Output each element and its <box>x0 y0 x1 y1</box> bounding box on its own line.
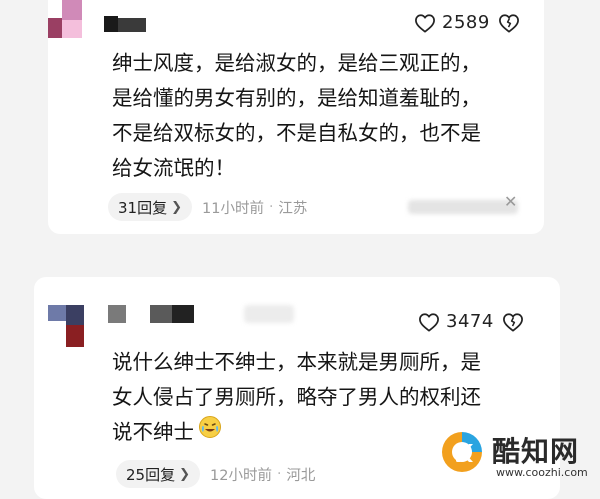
comment-line: 绅士风度，是给淑女的，是给三观正的， <box>112 51 481 75</box>
watermark-url: www.coozhi.com <box>496 466 588 479</box>
comment-meta: 31回复 ❯ 11小时前 · 江苏 <box>108 193 307 221</box>
chevron-right-icon: ❯ <box>171 199 182 215</box>
separator-dot: · <box>268 199 274 215</box>
like-bar: 3474 <box>418 311 524 332</box>
close-icon[interactable]: ✕ <box>504 192 517 211</box>
comment-line: 是给懂的男女有别的，是给知道羞耻的， <box>112 86 481 110</box>
broken-heart-icon[interactable] <box>498 13 520 33</box>
comment-line: 说什么绅士不绅士，本来就是男厕所，是 <box>112 350 481 374</box>
username-redacted[interactable] <box>104 16 146 32</box>
heart-outline-icon[interactable] <box>418 312 440 332</box>
location: 江苏 <box>278 200 308 217</box>
redacted-badge <box>244 305 294 323</box>
separator-dot: · <box>276 466 282 482</box>
avatar[interactable] <box>48 0 84 38</box>
broken-heart-icon[interactable] <box>502 312 524 332</box>
comment-text: 说什么绅士不绅士，本来就是男厕所，是 女人侵占了男厕所，略夺了男人的权利还 说不… <box>112 345 481 450</box>
like-count: 3474 <box>446 311 494 332</box>
comment-line: 不是给双标女的，不是自私女的，也不是 <box>112 121 481 145</box>
crying-laughing-emoji-icon <box>198 415 222 450</box>
username-redacted[interactable] <box>108 305 198 323</box>
watermark-title: 酷知网 <box>492 435 580 468</box>
comment-meta: 25回复 ❯ 12小时前 · 河北 <box>116 460 315 488</box>
reply-count: 25回复 <box>126 465 176 484</box>
comment-line: 女人侵占了男厕所，略夺了男人的权利还 <box>112 385 481 409</box>
comment-card: 2589 绅士风度，是给淑女的，是给三观正的， 是给懂的男女有别的，是给知道羞耻… <box>48 0 544 234</box>
avatar[interactable] <box>48 305 88 347</box>
comment-line: 给女流氓的！ <box>112 156 235 180</box>
reply-button[interactable]: 31回复 ❯ <box>108 193 192 221</box>
timestamp: 12小时前 <box>210 467 272 484</box>
coozhi-logo-icon <box>438 428 486 476</box>
like-count: 2589 <box>442 12 490 33</box>
redacted-preview <box>408 200 518 214</box>
reply-count: 31回复 <box>118 198 168 217</box>
heart-outline-icon[interactable] <box>414 13 436 33</box>
comment-text: 绅士风度，是给淑女的，是给三观正的， 是给懂的男女有别的，是给知道羞耻的， 不是… <box>112 46 481 186</box>
comment-line-wrap: 说不绅士 <box>112 415 481 450</box>
reply-button[interactable]: 25回复 ❯ <box>116 460 200 488</box>
chevron-right-icon: ❯ <box>179 466 190 482</box>
like-bar: 2589 <box>414 12 520 33</box>
timestamp: 11小时前 <box>202 200 264 217</box>
watermark: 酷知网 www.coozhi.com <box>438 428 598 488</box>
location: 河北 <box>286 467 316 484</box>
comment-line: 说不绅士 <box>112 420 194 444</box>
